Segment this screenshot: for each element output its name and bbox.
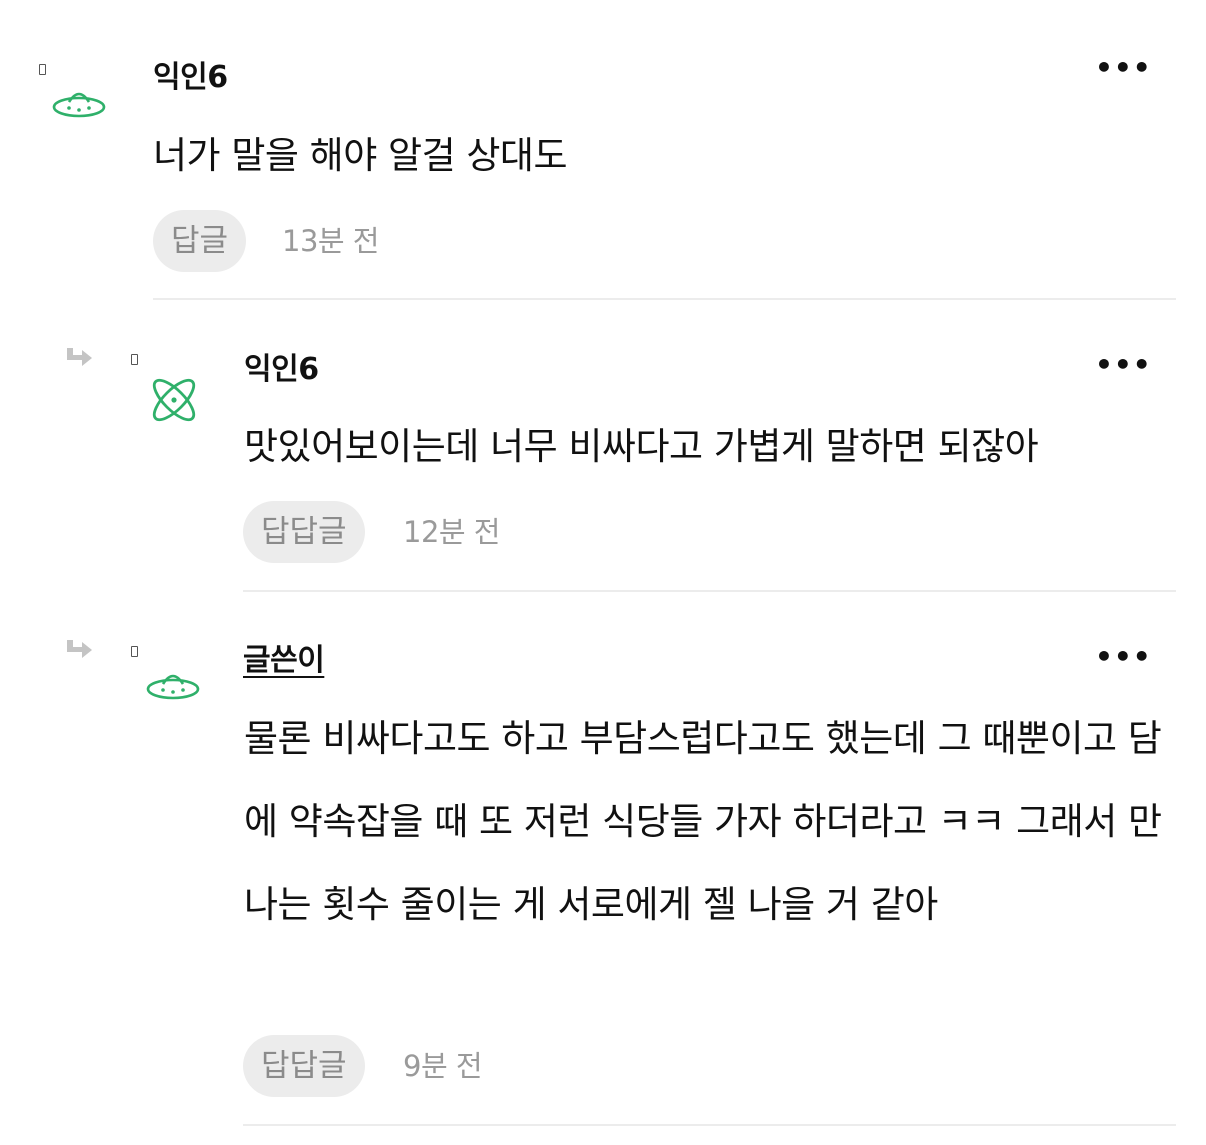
- reply-comment-item: 글쓴이 ••• 물론 비싸다고도 하고 부담스럽다고도 했는데 그 때뿐이고 담…: [0, 592, 1206, 1145]
- divider: [243, 1124, 1176, 1126]
- comment-item: 익인6 ••• 너가 말을 해야 알걸 상대도 답글 13분 전: [0, 0, 1206, 300]
- atom-icon: [152, 378, 196, 422]
- comment-timestamp: 9분 전: [403, 1049, 483, 1083]
- comment-timestamp: 13분 전: [282, 224, 379, 258]
- reply-arrow-icon: [67, 348, 92, 366]
- badge-icon: [39, 64, 46, 75]
- comment-author[interactable]: 익인6: [153, 58, 228, 98]
- comment-author-writer[interactable]: 글쓴이: [243, 641, 325, 681]
- more-options-button[interactable]: •••: [1095, 54, 1152, 82]
- reply-button[interactable]: 답글: [153, 210, 247, 272]
- comment-text: 맛있어보이는데 너무 비싸다고 가볍게 말하면 되잖아: [244, 425, 1039, 468]
- badge-icon: [131, 646, 138, 657]
- comment-text: 물론 비싸다고도 하고 부담스럽다고도 했는데 그 때뿐이고 담에 약속잡을 때…: [244, 717, 1162, 926]
- more-options-button[interactable]: •••: [1095, 643, 1152, 671]
- ufo-icon: [146, 674, 200, 700]
- reply-button[interactable]: 답답글: [243, 501, 365, 563]
- comment-author[interactable]: 익인6: [244, 350, 319, 390]
- badge-icon: [131, 354, 138, 365]
- ufo-icon: [52, 92, 106, 118]
- comment-text: 너가 말을 해야 알걸 상대도: [153, 134, 567, 177]
- more-options-button[interactable]: •••: [1095, 351, 1152, 379]
- reply-comment-item: 익인6 ••• 맛있어보이는데 너무 비싸다고 가볍게 말하면 되잖아 답답글 …: [0, 300, 1206, 592]
- reply-arrow-icon: [67, 640, 92, 658]
- reply-button[interactable]: 답답글: [243, 1035, 365, 1097]
- comment-timestamp: 12분 전: [403, 515, 500, 549]
